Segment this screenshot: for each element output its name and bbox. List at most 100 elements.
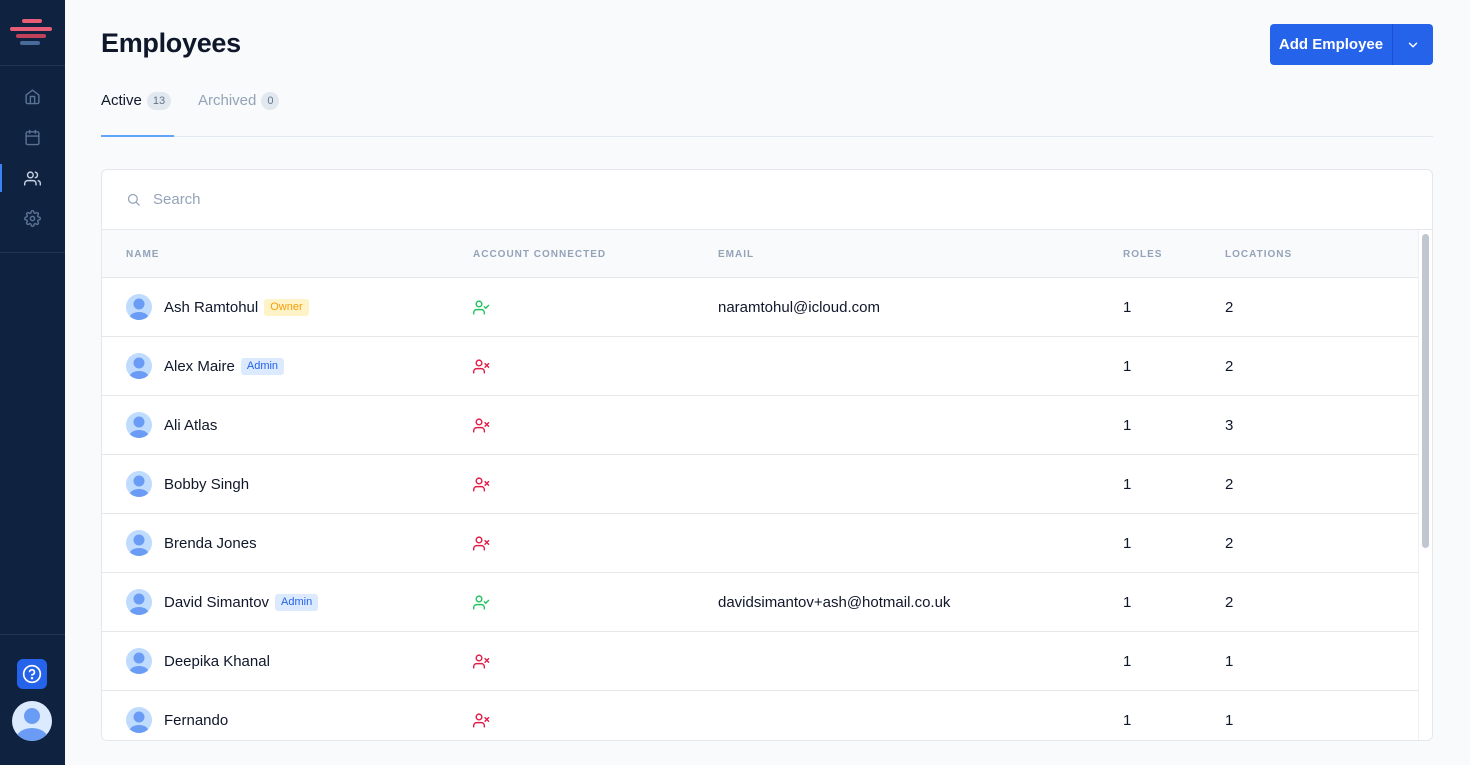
user-avatar[interactable] [12,701,52,741]
name-cell: Brenda Jones [126,514,257,572]
employee-name: Fernando [164,711,229,729]
user-x-icon [473,535,490,551]
table-row[interactable]: Ali Atlas 1 3 [102,396,1418,455]
app-logo[interactable] [10,19,54,47]
name-cell: Alex Maire Admin [126,337,285,395]
person-icon [129,475,149,497]
roles-cell: 1 [1123,416,1132,434]
name-cell: Deepika Khanal [126,632,270,690]
account-connected-cell [473,691,490,740]
scrollbar-thumb[interactable] [1422,234,1429,548]
roles-cell: 1 [1123,711,1132,729]
table-row[interactable]: Deepika Khanal 1 1 [102,632,1418,691]
name-cell: Fernando [126,691,229,740]
avatar [126,530,152,556]
avatar [126,707,152,733]
sidebar-divider [0,634,65,635]
roles-cell: 1 [1123,298,1132,316]
add-employee-button-group: Add Employee [1270,24,1433,65]
avatar [126,648,152,674]
roles-cell: 1 [1123,593,1132,611]
account-connected-cell [473,278,490,336]
locations-cell: 2 [1225,475,1234,493]
sidebar-divider [0,252,65,253]
avatar [126,412,152,438]
calendar-icon [25,129,40,145]
email-cell: davidsimantov+ash@hotmail.co.uk [718,593,951,611]
locations-cell: 2 [1225,593,1234,611]
add-employee-button[interactable]: Add Employee [1270,24,1392,65]
search-bar [102,170,1432,230]
sidebar-item-employees[interactable] [0,158,65,198]
sidebar-item-calendar[interactable] [0,117,65,157]
column-header-locations[interactable]: LOCATIONS [1225,249,1292,260]
account-connected-cell [473,337,490,395]
owner-badge: Owner [264,298,309,316]
avatar [126,589,152,615]
employee-name: Ash Ramtohul [164,298,259,316]
email-cell: naramtohul@icloud.com [718,298,880,316]
person-icon [129,534,149,556]
employee-name: David Simantov [164,593,270,611]
person-icon [129,298,149,320]
search-input[interactable] [153,191,753,208]
roles-cell: 1 [1123,475,1132,493]
locations-cell: 1 [1225,711,1234,729]
user-x-icon [473,358,490,374]
column-header-email[interactable]: EMAIL [718,249,754,260]
roles-cell: 1 [1123,534,1132,552]
home-icon [25,88,40,104]
avatar [126,353,152,379]
account-connected-cell [473,514,490,572]
add-employee-dropdown-button[interactable] [1392,24,1433,65]
locations-cell: 3 [1225,416,1234,434]
sidebar [0,0,65,765]
employee-name: Ali Atlas [164,416,218,434]
column-header-account-connected[interactable]: ACCOUNT CONNECTED [473,249,606,260]
table-header: NAME ACCOUNT CONNECTED EMAIL ROLES LOCAT… [102,230,1418,278]
employee-name: Bobby Singh [164,475,250,493]
table-row[interactable]: Alex Maire Admin 1 2 [102,337,1418,396]
user-check-icon [473,299,490,315]
roles-cell: 1 [1123,652,1132,670]
account-connected-cell [473,455,490,513]
name-cell: Ali Atlas [126,396,217,454]
table-row[interactable]: Fernando 1 1 [102,691,1418,740]
account-connected-cell [473,573,490,631]
tab-count: 13 [146,92,172,110]
locations-cell: 2 [1225,534,1234,552]
page-title: Employees [101,28,241,58]
person-icon [129,652,149,674]
person-icon [129,357,149,379]
tab-active[interactable]: Active 13 [101,84,174,137]
user-x-icon [473,653,490,669]
employee-name: Deepika Khanal [164,652,270,670]
admin-badge: Admin [275,593,319,611]
tab-archived[interactable]: Archived 0 [198,84,288,136]
table-row[interactable]: Ash Ramtohul Owner naramtohul@icloud.com 1 2 [102,278,1418,337]
person-icon [129,593,149,615]
table-row[interactable]: David Simantov Admin davidsimantov+ash@hot… [102,573,1418,632]
help-button[interactable] [17,659,47,689]
users-icon [24,170,41,186]
chevron-down-icon [1408,42,1418,47]
tab-label: Archived [198,92,257,109]
tab-label: Active [101,92,142,109]
scrollbar[interactable] [1418,230,1432,740]
table-row[interactable]: Brenda Jones 1 2 [102,514,1418,573]
employees-table-card: NAME ACCOUNT CONNECTED EMAIL ROLES LOCAT… [101,169,1433,741]
column-header-roles[interactable]: ROLES [1123,249,1162,260]
sidebar-item-settings[interactable] [0,198,65,238]
locations-cell: 1 [1225,652,1234,670]
user-x-icon [473,712,490,728]
person-icon [129,416,149,438]
avatar [126,294,152,320]
sidebar-item-home[interactable] [0,76,65,116]
employee-name: Alex Maire [164,357,235,375]
employee-name: Brenda Jones [164,534,257,552]
column-header-name[interactable]: NAME [126,249,159,260]
table-row[interactable]: Bobby Singh 1 2 [102,455,1418,514]
name-cell: Bobby Singh [126,455,249,513]
user-x-icon [473,417,490,433]
sidebar-divider [0,65,65,66]
